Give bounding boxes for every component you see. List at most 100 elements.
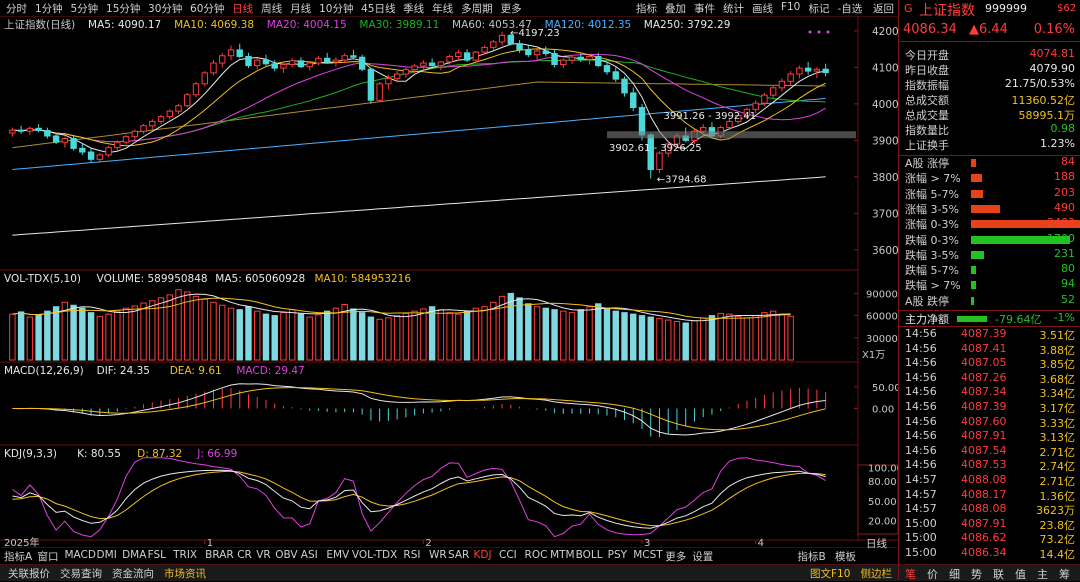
candle-body bbox=[79, 147, 86, 153]
indicator-tab-7[interactable]: BRAR bbox=[205, 549, 234, 561]
status-tab-2[interactable]: 资金流向 bbox=[112, 566, 154, 581]
stat-label: 指数量比 bbox=[905, 124, 949, 137]
indicator-tab-5[interactable]: FSL bbox=[148, 549, 166, 561]
indicator-tab-8[interactable]: CR bbox=[237, 549, 252, 561]
indicator-tab-9[interactable]: VR bbox=[256, 549, 270, 561]
candle-body bbox=[402, 69, 410, 75]
vol-bar bbox=[525, 303, 532, 361]
vol-bar bbox=[262, 313, 270, 361]
breadth-value: 52 bbox=[1061, 292, 1075, 306]
status-right-1[interactable]: 侧边栏 bbox=[861, 566, 893, 581]
candle-body bbox=[35, 127, 42, 132]
period-tab-8[interactable]: 月线 bbox=[290, 1, 311, 16]
tick-amount: 3.17亿 bbox=[1039, 402, 1076, 415]
period-tab-13[interactable]: 多周期 bbox=[461, 1, 493, 16]
vol-bar bbox=[376, 318, 383, 361]
indicator-tab-15[interactable]: WR bbox=[429, 549, 447, 561]
toolbar-btn-0[interactable]: 指标 bbox=[636, 1, 657, 16]
indicator-tab-23[interactable]: MCST bbox=[633, 549, 662, 561]
period-tab-6[interactable]: 日线 bbox=[232, 1, 253, 16]
indicator-tab-14[interactable]: RSI bbox=[403, 549, 420, 561]
period-tab-2[interactable]: 5分钟 bbox=[71, 1, 99, 16]
candle-body bbox=[726, 120, 733, 129]
toolbar-btn-2[interactable]: 事件 bbox=[694, 1, 715, 16]
tick-amount: 23.8亿 bbox=[1039, 518, 1076, 532]
period-tab-1[interactable]: 1分钟 bbox=[35, 1, 63, 16]
indicator-tab-19[interactable]: ROC bbox=[525, 549, 548, 561]
period-tab-0[interactable]: 分时 bbox=[6, 1, 27, 16]
period-tab-14[interactable]: 更多 bbox=[501, 1, 522, 16]
status-tab-3[interactable]: 市场资讯 bbox=[164, 566, 206, 581]
vol-unit: X1万 bbox=[862, 350, 885, 361]
candle-body bbox=[612, 71, 619, 80]
indicator-tab-10[interactable]: OBV bbox=[275, 549, 297, 561]
gap-zone bbox=[607, 131, 856, 139]
indicator-tab-12[interactable]: EMV bbox=[326, 549, 349, 561]
candle-body bbox=[44, 130, 51, 137]
toolbar-btn-5[interactable]: F10 bbox=[781, 1, 800, 13]
panel-badge[interactable]: $62 bbox=[1057, 3, 1076, 14]
indicator-right-0[interactable]: 指标B bbox=[797, 549, 825, 564]
period-tab-11[interactable]: 季线 bbox=[403, 1, 424, 16]
candle-body bbox=[219, 55, 226, 64]
vol-legend-item: MA5: 605060928 bbox=[215, 273, 305, 285]
period-tab-4[interactable]: 30分钟 bbox=[148, 1, 182, 16]
candle-body bbox=[630, 92, 637, 109]
indicator-tab-16[interactable]: SAR bbox=[448, 549, 469, 561]
indicator-tab-1[interactable]: 窗口 bbox=[38, 549, 59, 564]
main-legend-item: MA30: 3989.11 bbox=[359, 19, 439, 31]
indicator-tab-11[interactable]: ASI bbox=[301, 549, 318, 561]
toolbar-btn-8[interactable]: 返回 bbox=[873, 1, 894, 16]
tick-row: 14:57 4088.08 2.71亿 bbox=[899, 473, 1080, 488]
period-tab-9[interactable]: 10分钟 bbox=[319, 1, 353, 16]
status-right-0[interactable]: 图文F10 bbox=[810, 566, 850, 581]
status-tab-1[interactable]: 交易查询 bbox=[60, 566, 102, 581]
indicator-tab-20[interactable]: MTM bbox=[550, 549, 575, 561]
indicator-tab-17[interactable]: KDJ bbox=[474, 549, 492, 561]
indicator-tab-25[interactable]: 设置 bbox=[692, 549, 713, 564]
period-tab-10[interactable]: 45日线 bbox=[361, 1, 395, 16]
indicator-tab-13[interactable]: VOL-TDX bbox=[352, 549, 397, 561]
vol-bar bbox=[734, 315, 742, 361]
vol-bar bbox=[472, 307, 480, 361]
toolbar-btn-6[interactable]: 标记 bbox=[808, 1, 829, 16]
indicator-tab-0[interactable]: 指标A bbox=[4, 549, 32, 564]
candle-body bbox=[498, 34, 506, 43]
indicator-right-1[interactable]: 模板 bbox=[835, 549, 856, 564]
indicator-tab-24[interactable]: 更多 bbox=[665, 549, 686, 564]
period-tab-7[interactable]: 周线 bbox=[261, 1, 282, 16]
toolbar-btn-1[interactable]: 叠加 bbox=[665, 1, 686, 16]
breadth-row: A股 跌停 52 bbox=[899, 293, 1080, 308]
vol-bar bbox=[245, 306, 252, 361]
status-tab-0[interactable]: 关联报价 bbox=[8, 566, 50, 581]
tick-row: 15:00 4086.34 14.4亿 bbox=[899, 546, 1080, 561]
stat-row: 上证换手 1.23% bbox=[899, 137, 1080, 152]
tick-amount: 2.71亿 bbox=[1039, 445, 1076, 459]
indicator-tab-3[interactable]: DMI bbox=[97, 549, 117, 561]
toolbar-btn-3[interactable]: 统计 bbox=[723, 1, 744, 16]
period-tab-3[interactable]: 15分钟 bbox=[106, 1, 140, 16]
breadth-value: 1700 bbox=[1047, 231, 1075, 245]
tick-amount: 2.74亿 bbox=[1039, 460, 1076, 474]
indicator-tab-22[interactable]: PSY bbox=[608, 549, 627, 561]
candle-body bbox=[175, 105, 182, 112]
period-tab-5[interactable]: 60分钟 bbox=[190, 1, 224, 16]
candle-body bbox=[481, 46, 488, 53]
vol-bar bbox=[656, 318, 663, 361]
candle-body bbox=[463, 52, 471, 61]
vol-bar bbox=[332, 307, 340, 361]
candle-body bbox=[376, 83, 383, 101]
candle-body bbox=[621, 78, 628, 94]
indicator-tab-18[interactable]: CCI bbox=[499, 549, 517, 561]
indicator-tab-21[interactable]: BOLL bbox=[576, 549, 603, 561]
tick-row: 14:56 4087.26 3.68亿 bbox=[899, 371, 1080, 386]
tick-amount: 3.88亿 bbox=[1039, 343, 1076, 357]
tick-row: 14:57 4088.08 3623万 bbox=[899, 502, 1080, 517]
breadth-bar bbox=[971, 281, 977, 290]
indicator-tab-6[interactable]: TRIX bbox=[173, 549, 197, 561]
toolbar-btn-4[interactable]: 画线 bbox=[752, 1, 773, 16]
indicator-tab-2[interactable]: MACD bbox=[65, 549, 96, 561]
toolbar-btn-7[interactable]: -自选 bbox=[837, 1, 862, 16]
indicator-tab-4[interactable]: DMA bbox=[122, 549, 146, 561]
period-tab-12[interactable]: 年线 bbox=[432, 1, 453, 16]
